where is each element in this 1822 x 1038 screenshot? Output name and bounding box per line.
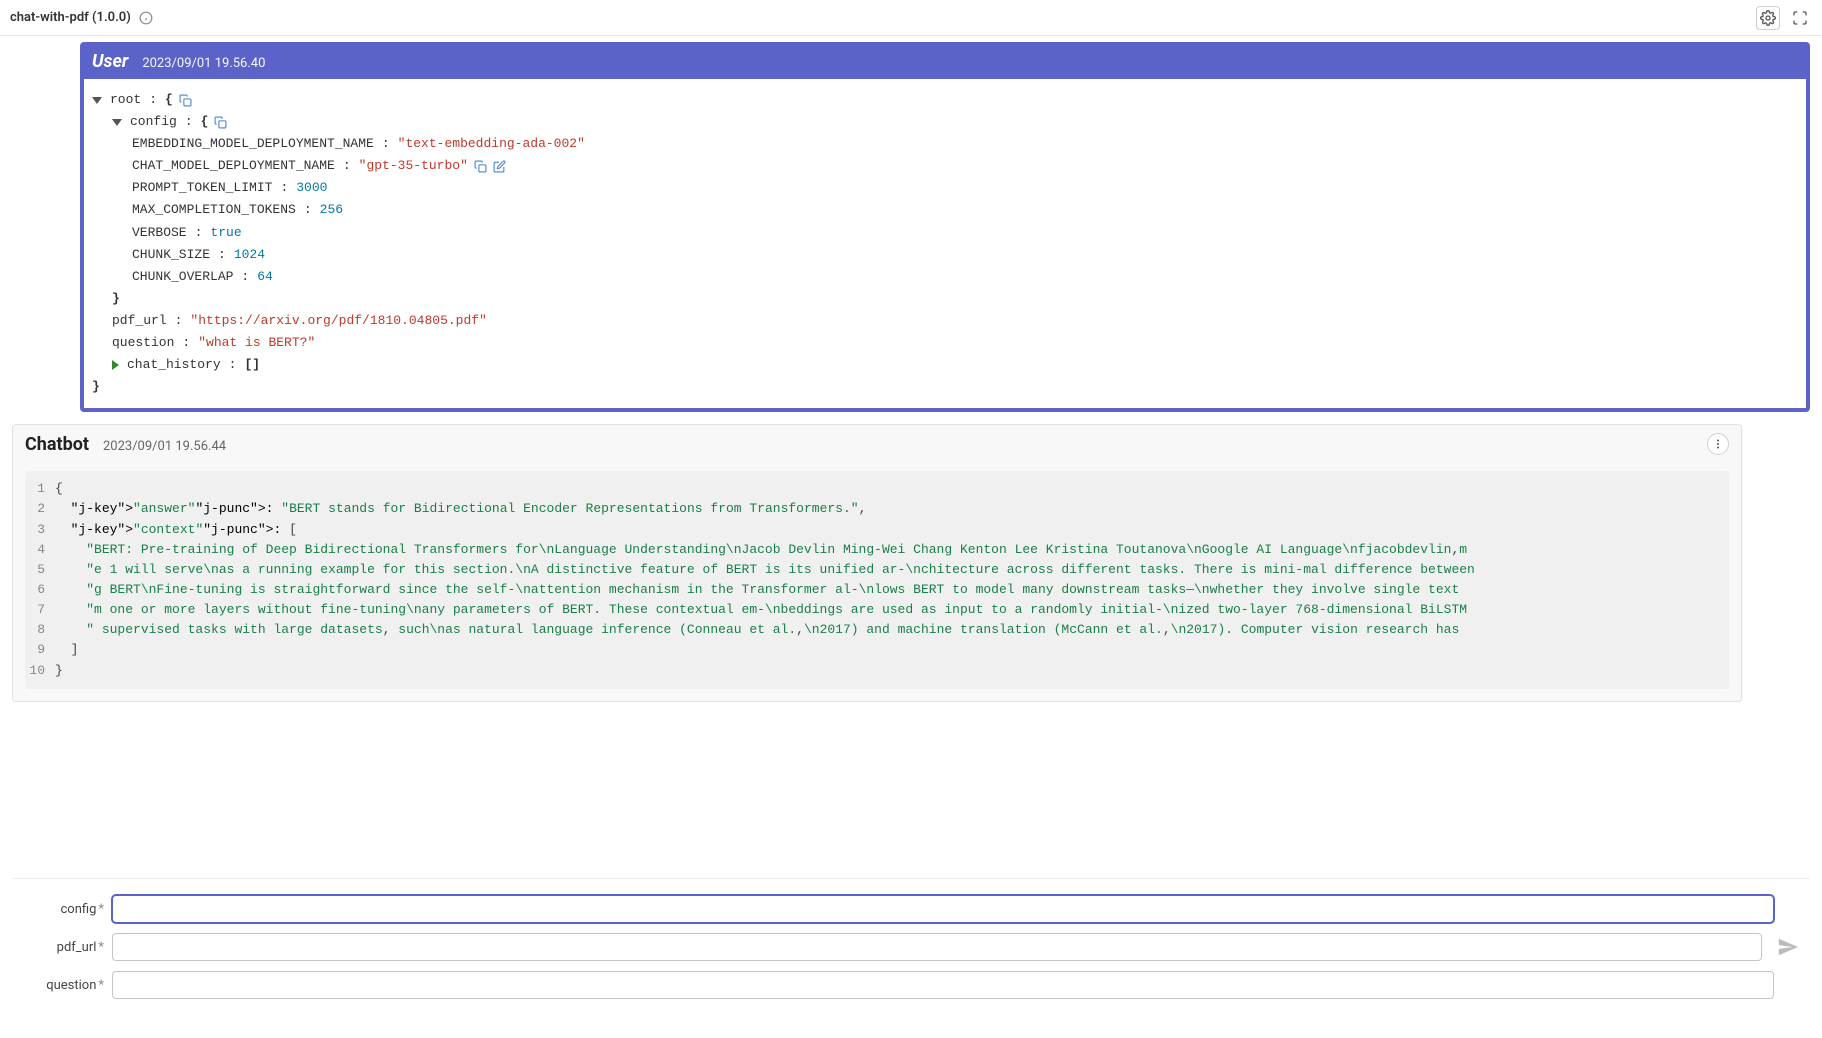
chatbot-body: 1{2 "j-key">"answer""j-punc">: "BERT sta…	[13, 461, 1741, 700]
header-left: chat-with-pdf (1.0.0)	[10, 10, 153, 25]
chat-scroll[interactable]: User 2023/09/01 19.56.40 root : { config…	[0, 36, 1822, 878]
code-line: "g BERT\nFine-tuning is straightforward …	[55, 580, 1467, 600]
more-icon[interactable]	[1707, 433, 1729, 455]
info-icon[interactable]	[139, 11, 153, 25]
caret-down-icon[interactable]	[92, 97, 102, 104]
input-row-config: config*	[12, 895, 1810, 923]
config-input[interactable]	[112, 895, 1774, 923]
line-number: 1	[25, 479, 55, 499]
caret-right-icon[interactable]	[112, 360, 119, 370]
line-number: 3	[25, 520, 55, 540]
chatbot-message-header: Chatbot 2023/09/01 19.56.44	[13, 425, 1741, 461]
code-line: "BERT: Pre-training of Deep Bidirectiona…	[55, 540, 1467, 560]
copy-icon[interactable]	[474, 160, 487, 173]
line-number: 8	[25, 620, 55, 640]
user-message: User 2023/09/01 19.56.40 root : { config…	[80, 42, 1810, 412]
question-input[interactable]	[112, 971, 1774, 999]
code-line: "m one or more layers without fine-tunin…	[55, 600, 1467, 620]
line-number: 4	[25, 540, 55, 560]
code-block[interactable]: 1{2 "j-key">"answer""j-punc">: "BERT sta…	[25, 471, 1729, 688]
line-number: 10	[25, 661, 55, 681]
role-label: Chatbot	[25, 434, 89, 455]
config-label: config*	[12, 902, 112, 917]
code-line: " supervised tasks with large datasets, …	[55, 620, 1467, 640]
chatbot-message: Chatbot 2023/09/01 19.56.44 1{2 "j-key">…	[12, 424, 1742, 701]
pdf-url-input[interactable]	[112, 933, 1762, 961]
code-line: }	[55, 661, 63, 681]
code-line: {	[55, 479, 63, 499]
app-title: chat-with-pdf (1.0.0)	[10, 10, 131, 25]
user-message-header: User 2023/09/01 19.56.40	[84, 46, 1806, 79]
timestamp: 2023/09/01 19.56.44	[103, 439, 226, 454]
line-number: 5	[25, 560, 55, 580]
role-label: User	[92, 51, 128, 72]
caret-down-icon[interactable]	[112, 119, 122, 126]
line-number: 7	[25, 600, 55, 620]
code-line: "j-key">"context""j-punc">: [	[55, 520, 297, 540]
pdf-url-label: pdf_url*	[12, 940, 112, 955]
settings-icon[interactable]	[1756, 6, 1780, 30]
input-panel: config* pdf_url* question*	[12, 878, 1810, 1038]
input-row-question: question*	[12, 971, 1810, 999]
question-label: question*	[12, 978, 112, 993]
input-row-pdf-url: pdf_url*	[12, 933, 1810, 961]
code-line: ]	[55, 640, 78, 660]
fullscreen-icon[interactable]	[1788, 6, 1812, 30]
line-number: 2	[25, 499, 55, 519]
line-number: 6	[25, 580, 55, 600]
send-icon[interactable]	[1774, 933, 1802, 961]
line-number: 9	[25, 640, 55, 660]
code-line: "e 1 will serve\nas a running example fo…	[55, 560, 1475, 580]
app-header: chat-with-pdf (1.0.0)	[0, 0, 1822, 36]
header-right	[1756, 6, 1812, 30]
edit-icon[interactable]	[493, 160, 506, 173]
copy-icon[interactable]	[179, 94, 192, 107]
user-json-tree: root : { config : { EMBEDDING_MODEL_DEPL…	[84, 79, 1806, 408]
timestamp: 2023/09/01 19.56.40	[142, 56, 265, 71]
copy-icon[interactable]	[214, 116, 227, 129]
code-line: "j-key">"answer""j-punc">: "BERT stands …	[55, 499, 866, 519]
